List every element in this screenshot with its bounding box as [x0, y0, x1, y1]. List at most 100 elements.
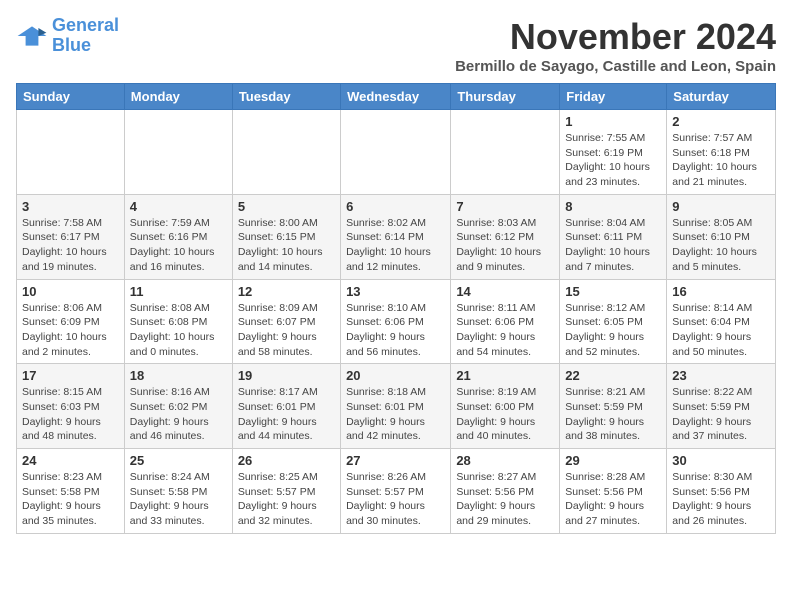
logo: General Blue — [16, 16, 119, 56]
calendar-cell: 18 Sunrise: 8:16 AM Sunset: 6:02 PM Dayli… — [124, 364, 232, 449]
calendar-table: Sunday Monday Tuesday Wednesday Thursday… — [16, 83, 776, 534]
day-number: 24 — [22, 453, 119, 468]
day-number: 10 — [22, 284, 119, 299]
day-number: 15 — [565, 284, 661, 299]
day-number: 22 — [565, 368, 661, 383]
calendar-cell — [341, 110, 451, 195]
calendar-cell: 28Sunrise: 8:27 AM Sunset: 5:56 PM Dayli… — [451, 449, 560, 534]
calendar-cell: 27Sunrise: 8:26 AM Sunset: 5:57 PM Dayli… — [341, 449, 451, 534]
day-number: 11 — [130, 284, 227, 299]
calendar-cell: 5 Sunrise: 8:00 AM Sunset: 6:15 PM Daylig… — [232, 194, 340, 279]
day-number: 20 — [346, 368, 445, 383]
day-info: Sunrise: 8:11 AM Sunset: 6:06 PM Dayligh… — [456, 301, 554, 360]
calendar-cell: 4 Sunrise: 7:59 AM Sunset: 6:16 PM Daylig… — [124, 194, 232, 279]
day-number: 9 — [672, 199, 770, 214]
calendar-cell: 2Sunrise: 7:57 AM Sunset: 6:18 PM Daylig… — [667, 110, 776, 195]
day-number: 17 — [22, 368, 119, 383]
day-number: 23 — [672, 368, 770, 383]
day-info: Sunrise: 8:25 AM Sunset: 5:57 PM Dayligh… — [238, 470, 335, 529]
day-info: Sunrise: 7:58 AM Sunset: 6:17 PM Dayligh… — [22, 216, 119, 275]
day-number: 28 — [456, 453, 554, 468]
header-friday: Friday — [560, 84, 667, 110]
day-info: Sunrise: 8:15 AM Sunset: 6:03 PM Dayligh… — [22, 385, 119, 444]
day-info: Sunrise: 8:19 AM Sunset: 6:00 PM Dayligh… — [456, 385, 554, 444]
header-monday: Monday — [124, 84, 232, 110]
calendar-cell: 19 Sunrise: 8:17 AM Sunset: 6:01 PM Dayli… — [232, 364, 340, 449]
calendar-cell: 25 Sunrise: 8:24 AM Sunset: 5:58 PM Dayli… — [124, 449, 232, 534]
day-number: 4 — [130, 199, 227, 214]
day-number: 3 — [22, 199, 119, 214]
calendar-cell: 30 Sunrise: 8:30 AM Sunset: 5:56 PM Dayli… — [667, 449, 776, 534]
calendar-cell: 3 Sunrise: 7:58 AM Sunset: 6:17 PM Daylig… — [17, 194, 125, 279]
calendar-week-row: 1 Sunrise: 7:55 AM Sunset: 6:19 PM Daylig… — [17, 110, 776, 195]
month-title: November 2024 — [455, 16, 776, 58]
day-number: 16 — [672, 284, 770, 299]
day-number: 2 — [672, 114, 770, 129]
calendar-cell: 16 Sunrise: 8:14 AM Sunset: 6:04 PM Dayli… — [667, 279, 776, 364]
day-info: Sunrise: 8:00 AM Sunset: 6:15 PM Dayligh… — [238, 216, 335, 275]
header-thursday: Thursday — [451, 84, 560, 110]
calendar-week-row: 24Sunrise: 8:23 AM Sunset: 5:58 PM Dayli… — [17, 449, 776, 534]
day-number: 14 — [456, 284, 554, 299]
logo-bird-icon — [16, 20, 48, 52]
day-number: 5 — [238, 199, 335, 214]
day-number: 19 — [238, 368, 335, 383]
calendar-cell — [124, 110, 232, 195]
calendar-week-row: 3 Sunrise: 7:58 AM Sunset: 6:17 PM Daylig… — [17, 194, 776, 279]
calendar-cell: 15 Sunrise: 8:12 AM Sunset: 6:05 PM Dayli… — [560, 279, 667, 364]
day-info: Sunrise: 7:59 AM Sunset: 6:16 PM Dayligh… — [130, 216, 227, 275]
day-info: Sunrise: 7:55 AM Sunset: 6:19 PM Dayligh… — [565, 131, 661, 190]
calendar-cell — [232, 110, 340, 195]
day-number: 8 — [565, 199, 661, 214]
day-number: 12 — [238, 284, 335, 299]
calendar-cell: 8 Sunrise: 8:04 AM Sunset: 6:11 PM Daylig… — [560, 194, 667, 279]
day-number: 21 — [456, 368, 554, 383]
calendar-cell: 23 Sunrise: 8:22 AM Sunset: 5:59 PM Dayli… — [667, 364, 776, 449]
page-header: General Blue November 2024 Bermillo de S… — [16, 16, 776, 75]
day-info: Sunrise: 8:21 AM Sunset: 5:59 PM Dayligh… — [565, 385, 661, 444]
day-info: Sunrise: 8:10 AM Sunset: 6:06 PM Dayligh… — [346, 301, 445, 360]
day-number: 25 — [130, 453, 227, 468]
day-info: Sunrise: 8:22 AM Sunset: 5:59 PM Dayligh… — [672, 385, 770, 444]
calendar-cell: 9Sunrise: 8:05 AM Sunset: 6:10 PM Daylig… — [667, 194, 776, 279]
day-info: Sunrise: 8:17 AM Sunset: 6:01 PM Dayligh… — [238, 385, 335, 444]
day-number: 30 — [672, 453, 770, 468]
calendar-cell: 6 Sunrise: 8:02 AM Sunset: 6:14 PM Daylig… — [341, 194, 451, 279]
calendar-cell: 11 Sunrise: 8:08 AM Sunset: 6:08 PM Dayli… — [124, 279, 232, 364]
calendar-cell: 20 Sunrise: 8:18 AM Sunset: 6:01 PM Dayli… — [341, 364, 451, 449]
calendar-week-row: 10 Sunrise: 8:06 AM Sunset: 6:09 PM Dayli… — [17, 279, 776, 364]
day-number: 1 — [565, 114, 661, 129]
day-number: 7 — [456, 199, 554, 214]
day-number: 6 — [346, 199, 445, 214]
day-info: Sunrise: 8:02 AM Sunset: 6:14 PM Dayligh… — [346, 216, 445, 275]
calendar-cell: 24Sunrise: 8:23 AM Sunset: 5:58 PM Dayli… — [17, 449, 125, 534]
day-info: Sunrise: 8:03 AM Sunset: 6:12 PM Dayligh… — [456, 216, 554, 275]
day-info: Sunrise: 8:12 AM Sunset: 6:05 PM Dayligh… — [565, 301, 661, 360]
day-number: 29 — [565, 453, 661, 468]
calendar-cell: 26 Sunrise: 8:25 AM Sunset: 5:57 PM Dayli… — [232, 449, 340, 534]
day-info: Sunrise: 8:28 AM Sunset: 5:56 PM Dayligh… — [565, 470, 661, 529]
day-info: Sunrise: 8:04 AM Sunset: 6:11 PM Dayligh… — [565, 216, 661, 275]
calendar-cell: 14 Sunrise: 8:11 AM Sunset: 6:06 PM Dayli… — [451, 279, 560, 364]
day-info: Sunrise: 8:16 AM Sunset: 6:02 PM Dayligh… — [130, 385, 227, 444]
day-info: Sunrise: 8:24 AM Sunset: 5:58 PM Dayligh… — [130, 470, 227, 529]
day-number: 18 — [130, 368, 227, 383]
title-block: November 2024 Bermillo de Sayago, Castil… — [455, 16, 776, 75]
day-number: 13 — [346, 284, 445, 299]
day-info: Sunrise: 8:09 AM Sunset: 6:07 PM Dayligh… — [238, 301, 335, 360]
calendar-cell: 17 Sunrise: 8:15 AM Sunset: 6:03 PM Dayli… — [17, 364, 125, 449]
day-info: Sunrise: 8:06 AM Sunset: 6:09 PM Dayligh… — [22, 301, 119, 360]
calendar-cell: 13 Sunrise: 8:10 AM Sunset: 6:06 PM Dayli… — [341, 279, 451, 364]
day-info: Sunrise: 8:26 AM Sunset: 5:57 PM Dayligh… — [346, 470, 445, 529]
calendar-cell — [17, 110, 125, 195]
day-info: Sunrise: 8:14 AM Sunset: 6:04 PM Dayligh… — [672, 301, 770, 360]
calendar-week-row: 17 Sunrise: 8:15 AM Sunset: 6:03 PM Dayli… — [17, 364, 776, 449]
calendar-cell: 22 Sunrise: 8:21 AM Sunset: 5:59 PM Dayli… — [560, 364, 667, 449]
day-info: Sunrise: 8:08 AM Sunset: 6:08 PM Dayligh… — [130, 301, 227, 360]
day-number: 26 — [238, 453, 335, 468]
calendar-cell — [451, 110, 560, 195]
header-sunday: Sunday — [17, 84, 125, 110]
day-info: Sunrise: 8:30 AM Sunset: 5:56 PM Dayligh… — [672, 470, 770, 529]
logo-text: General Blue — [52, 16, 119, 56]
day-info: Sunrise: 8:18 AM Sunset: 6:01 PM Dayligh… — [346, 385, 445, 444]
